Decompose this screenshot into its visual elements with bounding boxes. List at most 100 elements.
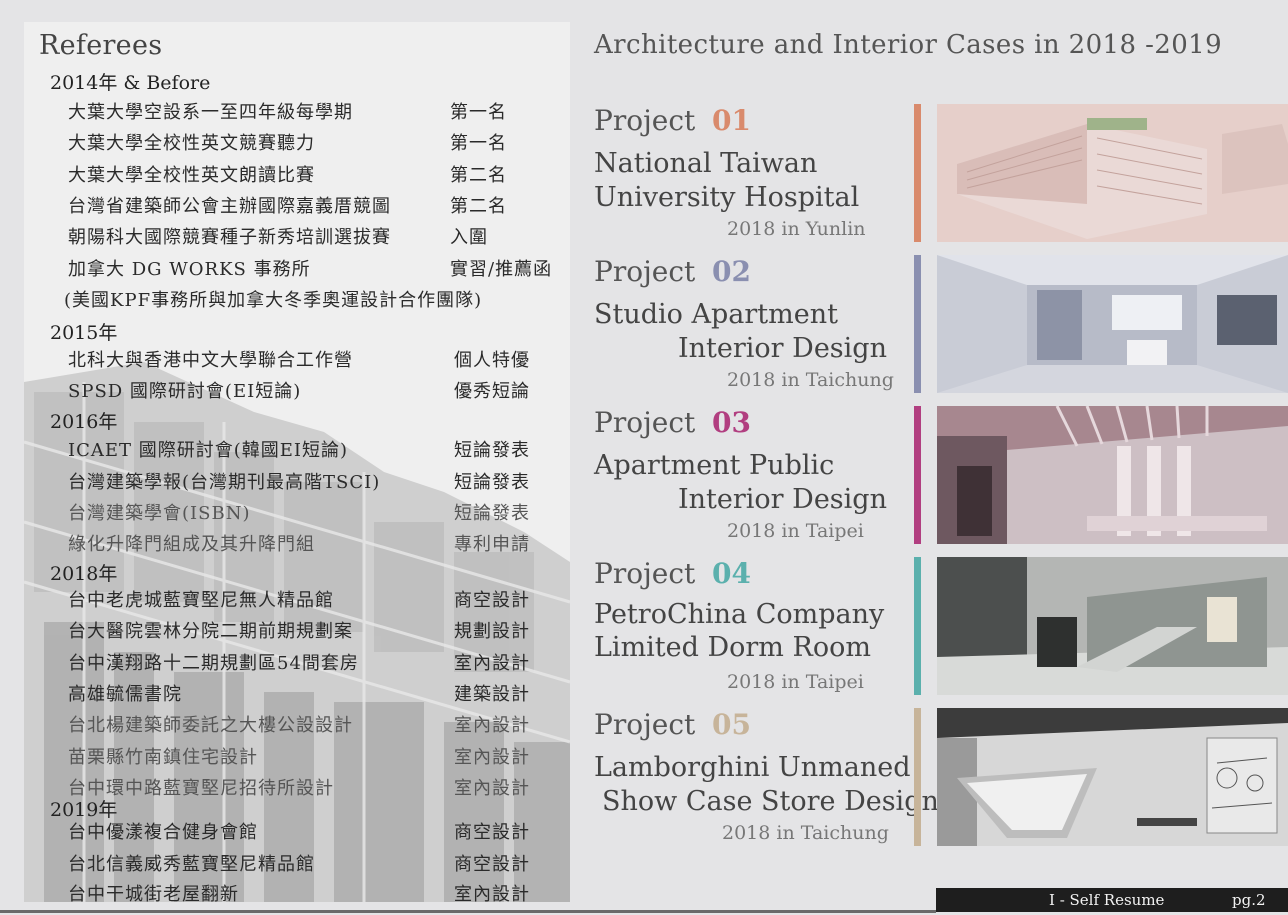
entry-name: 台北楊建築師委託之大樓公設設計	[68, 715, 353, 736]
list-item: 台中干城街老屋翻新 室內設計	[68, 880, 570, 902]
entry-name: 台大醫院雲林分院二期前期規劃案	[68, 621, 353, 642]
entry-name: 朝陽科大國際競賽種子新秀培訓選拔賽	[68, 227, 391, 248]
project-label: Project	[594, 104, 696, 137]
entry-award: 第二名	[450, 196, 507, 217]
entry-award: 室內設計	[454, 715, 530, 736]
entry-name: 台中干城街老屋翻新	[68, 884, 239, 902]
entry-award: 商空設計	[454, 590, 530, 611]
entry-name: 北科大與香港中文大學聯合工作營	[68, 350, 353, 371]
project-label: Project	[594, 708, 696, 741]
entry-award: 規劃設計	[454, 621, 530, 642]
entry-name: 台中優漾複合健身會館	[68, 822, 258, 843]
year-heading: 2018年	[50, 563, 118, 585]
entry-award: 實習/推薦函	[450, 259, 553, 280]
footer-bar: I - Self Resume pg.2	[936, 888, 1288, 912]
entry-name: 大葉大學全校性英文競賽聽力	[68, 133, 315, 154]
project-title-line1: PetroChina Company	[594, 599, 885, 630]
entry-award: 專利申請	[454, 534, 530, 555]
entry-award: 商空設計	[454, 854, 530, 875]
entry-name: 台灣省建築師公會主辦國際嘉義厝競圖	[68, 196, 391, 217]
entry-award: 建築設計	[454, 684, 530, 705]
entry-award: 短論發表	[454, 440, 530, 461]
list-item: 台北楊建築師委託之大樓公設設計 室內設計	[68, 711, 570, 739]
list-item: 高雄毓儒書院 建築設計	[68, 680, 570, 708]
entry-name: 台中漢翔路十二期規劃區54間套房	[68, 653, 359, 674]
project-accent-bar	[914, 255, 921, 393]
year-heading: 2016年	[50, 411, 118, 433]
entry-name: 加拿大 DG WORKS 事務所	[68, 259, 311, 280]
list-item: 台北信義威秀藍寶堅尼精品館 商空設計	[68, 850, 570, 878]
entry-note: (美國KPF事務所與加拿大冬季奧運設計合作團隊)	[64, 290, 483, 311]
entry-award: 室內設計	[454, 653, 530, 674]
entry-name: 大葉大學全校性英文朗讀比賽	[68, 165, 315, 186]
project-title-line1: Lamborghini Unmaned	[594, 752, 911, 783]
project-card: Project 05 Lamborghini Unmaned Show Case…	[594, 708, 939, 848]
list-item: 台中漢翔路十二期規劃區54間套房 室內設計	[68, 649, 570, 677]
list-item: 大葉大學全校性英文競賽聽力 第一名	[68, 129, 570, 157]
entry-award: 室內設計	[454, 747, 530, 768]
referees-panel: Referees 2014年 & Before 大葉大學空設系一至四年級每學期第…	[24, 22, 570, 902]
year-heading: 2015年	[50, 322, 118, 344]
footer-title: I - Self Resume	[1049, 891, 1165, 909]
project-title-line1: National Taiwan	[594, 148, 818, 179]
entry-award: 第二名	[450, 165, 507, 186]
entry-award: 個人特優	[454, 350, 530, 371]
project-title-line2: University Hospital	[594, 182, 860, 213]
project-location: 2018 in Taichung	[727, 369, 894, 391]
project-title-line1: Apartment Public	[594, 450, 835, 481]
list-item: 大葉大學全校性英文朗讀比賽 第二名	[68, 161, 570, 189]
project-title-line2: Show Case Store Design	[602, 786, 939, 817]
cases-title: Architecture and Interior Cases in 2018 …	[594, 30, 1223, 60]
project-label: Project	[594, 406, 696, 439]
entry-award: 室內設計	[454, 884, 530, 902]
project-card: Project 01 National Taiwan University Ho…	[594, 104, 924, 244]
project-label: Project	[594, 255, 696, 288]
list-item: 台灣建築學報(台灣期刊最高階TSCI) 短論發表	[68, 468, 570, 496]
entry-award: 優秀短論	[454, 381, 530, 402]
entry-award: 第一名	[450, 133, 507, 154]
project-image-apartment-public	[937, 406, 1288, 544]
list-item: 朝陽科大國際競賽種子新秀培訓選拔賽 入圍	[68, 223, 570, 251]
entry-award: 第一名	[450, 102, 507, 123]
entry-name: SPSD 國際研討會(EI短論)	[68, 381, 302, 402]
entry-name: 大葉大學空設系一至四年級每學期	[68, 102, 353, 123]
entry-name: 台灣建築學會(ISBN)	[68, 503, 251, 524]
project-number: 04	[712, 557, 751, 590]
list-item: 加拿大 DG WORKS 事務所 實習/推薦函	[68, 255, 570, 283]
entry-name: ICAET 國際研討會(韓國EI短論)	[68, 440, 349, 461]
project-accent-bar	[914, 406, 921, 544]
project-number: 03	[712, 406, 751, 439]
project-title-line2: Interior Design	[678, 484, 887, 515]
list-item: 台中老虎城藍寶堅尼無人精品館 商空設計	[68, 586, 570, 614]
entry-name: 綠化升降門組成及其升降門組	[68, 534, 315, 555]
project-number: 01	[712, 104, 751, 137]
referees-list: Referees 2014年 & Before 大葉大學空設系一至四年級每學期第…	[24, 22, 570, 902]
entry-name: 台北信義威秀藍寶堅尼精品館	[68, 854, 315, 875]
list-item: 苗栗縣竹南鎮住宅設計 室內設計	[68, 743, 570, 771]
entry-name: 苗栗縣竹南鎮住宅設計	[68, 747, 258, 768]
project-title-line2: Interior Design	[678, 333, 887, 364]
project-number: 02	[712, 255, 751, 288]
project-image-studio	[937, 255, 1288, 393]
list-item: 台灣省建築師公會主辦國際嘉義厝競圖 第二名	[68, 192, 570, 220]
list-item: 台灣建築學會(ISBN) 短論發表	[68, 499, 570, 527]
project-location: 2018 in Yunlin	[727, 218, 866, 240]
entry-name: 台中老虎城藍寶堅尼無人精品館	[68, 590, 334, 611]
entry-award: 入圍	[450, 227, 488, 248]
entry-name: 高雄毓儒書院	[68, 684, 182, 705]
project-image-dorm-room	[937, 557, 1288, 695]
project-accent-bar	[914, 104, 921, 242]
entry-award: 短論發表	[454, 472, 530, 493]
project-title-line2: Limited Dorm Room	[594, 632, 871, 663]
list-item: SPSD 國際研討會(EI短論) 優秀短論	[68, 377, 570, 405]
project-image-hospital	[937, 104, 1288, 242]
list-item: 北科大與香港中文大學聯合工作營 個人特優	[68, 346, 570, 374]
entry-award: 室內設計	[454, 778, 530, 799]
project-accent-bar	[914, 708, 921, 846]
project-card: Project 02 Studio Apartment Interior Des…	[594, 255, 924, 395]
referees-title: Referees	[39, 30, 163, 61]
year-heading: 2014年 & Before	[50, 72, 211, 94]
bottom-divider	[0, 910, 936, 913]
project-location: 2018 in Taipei	[727, 671, 864, 693]
list-item: 大葉大學空設系一至四年級每學期 第一名	[68, 98, 570, 126]
